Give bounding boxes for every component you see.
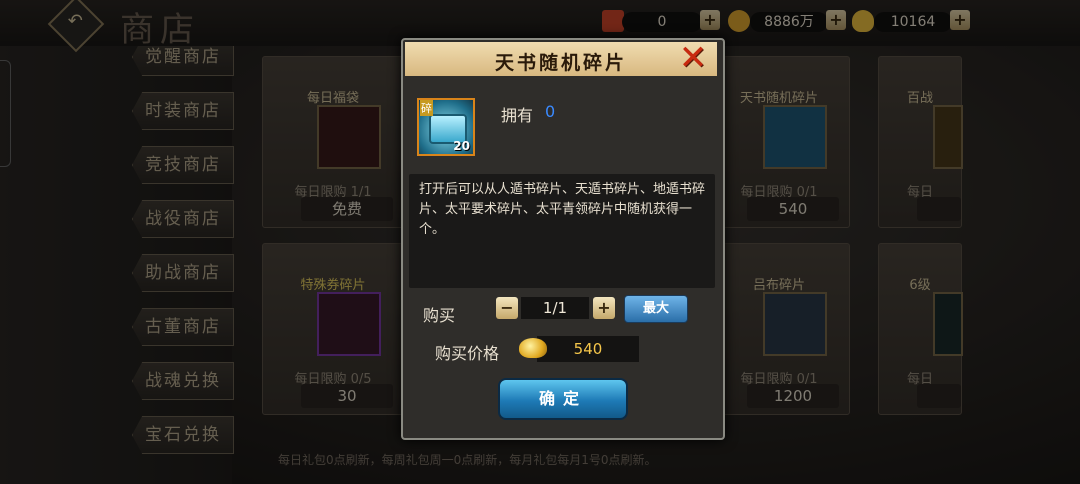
dialog-header: 天书随机碎片 ✕ <box>405 41 717 76</box>
item-description: 打开后可以从人遁书碎片、天遁书碎片、地遁书碎片、太平要术碎片、太平青领碎片中随机… <box>409 174 715 288</box>
close-icon[interactable]: ✕ <box>677 41 709 75</box>
fragment-badge: 碎 <box>420 100 433 116</box>
max-quantity-button[interactable]: 最大 <box>624 295 688 323</box>
decrease-quantity-button[interactable]: − <box>496 297 518 319</box>
blue-chest-icon: 碎 20 <box>417 98 475 156</box>
increase-quantity-button[interactable]: + <box>593 297 615 319</box>
purchase-dialog: 天书随机碎片 ✕ 碎 20 拥有 0 打开后可以从人遁书碎片、天遁书碎片、地遁书… <box>401 38 725 440</box>
owned-label: 拥有 <box>501 106 534 125</box>
price-label: 购买价格 <box>435 344 500 363</box>
price-value: 540 <box>537 336 639 362</box>
confirm-button[interactable]: 确定 <box>498 378 628 420</box>
item-count: 20 <box>453 139 470 153</box>
buy-label: 购买 <box>423 306 456 325</box>
quantity-field[interactable]: 1/1 <box>521 297 589 319</box>
dialog-title: 天书随机碎片 <box>494 52 627 74</box>
gold-ingot-icon <box>519 338 547 358</box>
owned-value: 0 <box>545 102 556 121</box>
